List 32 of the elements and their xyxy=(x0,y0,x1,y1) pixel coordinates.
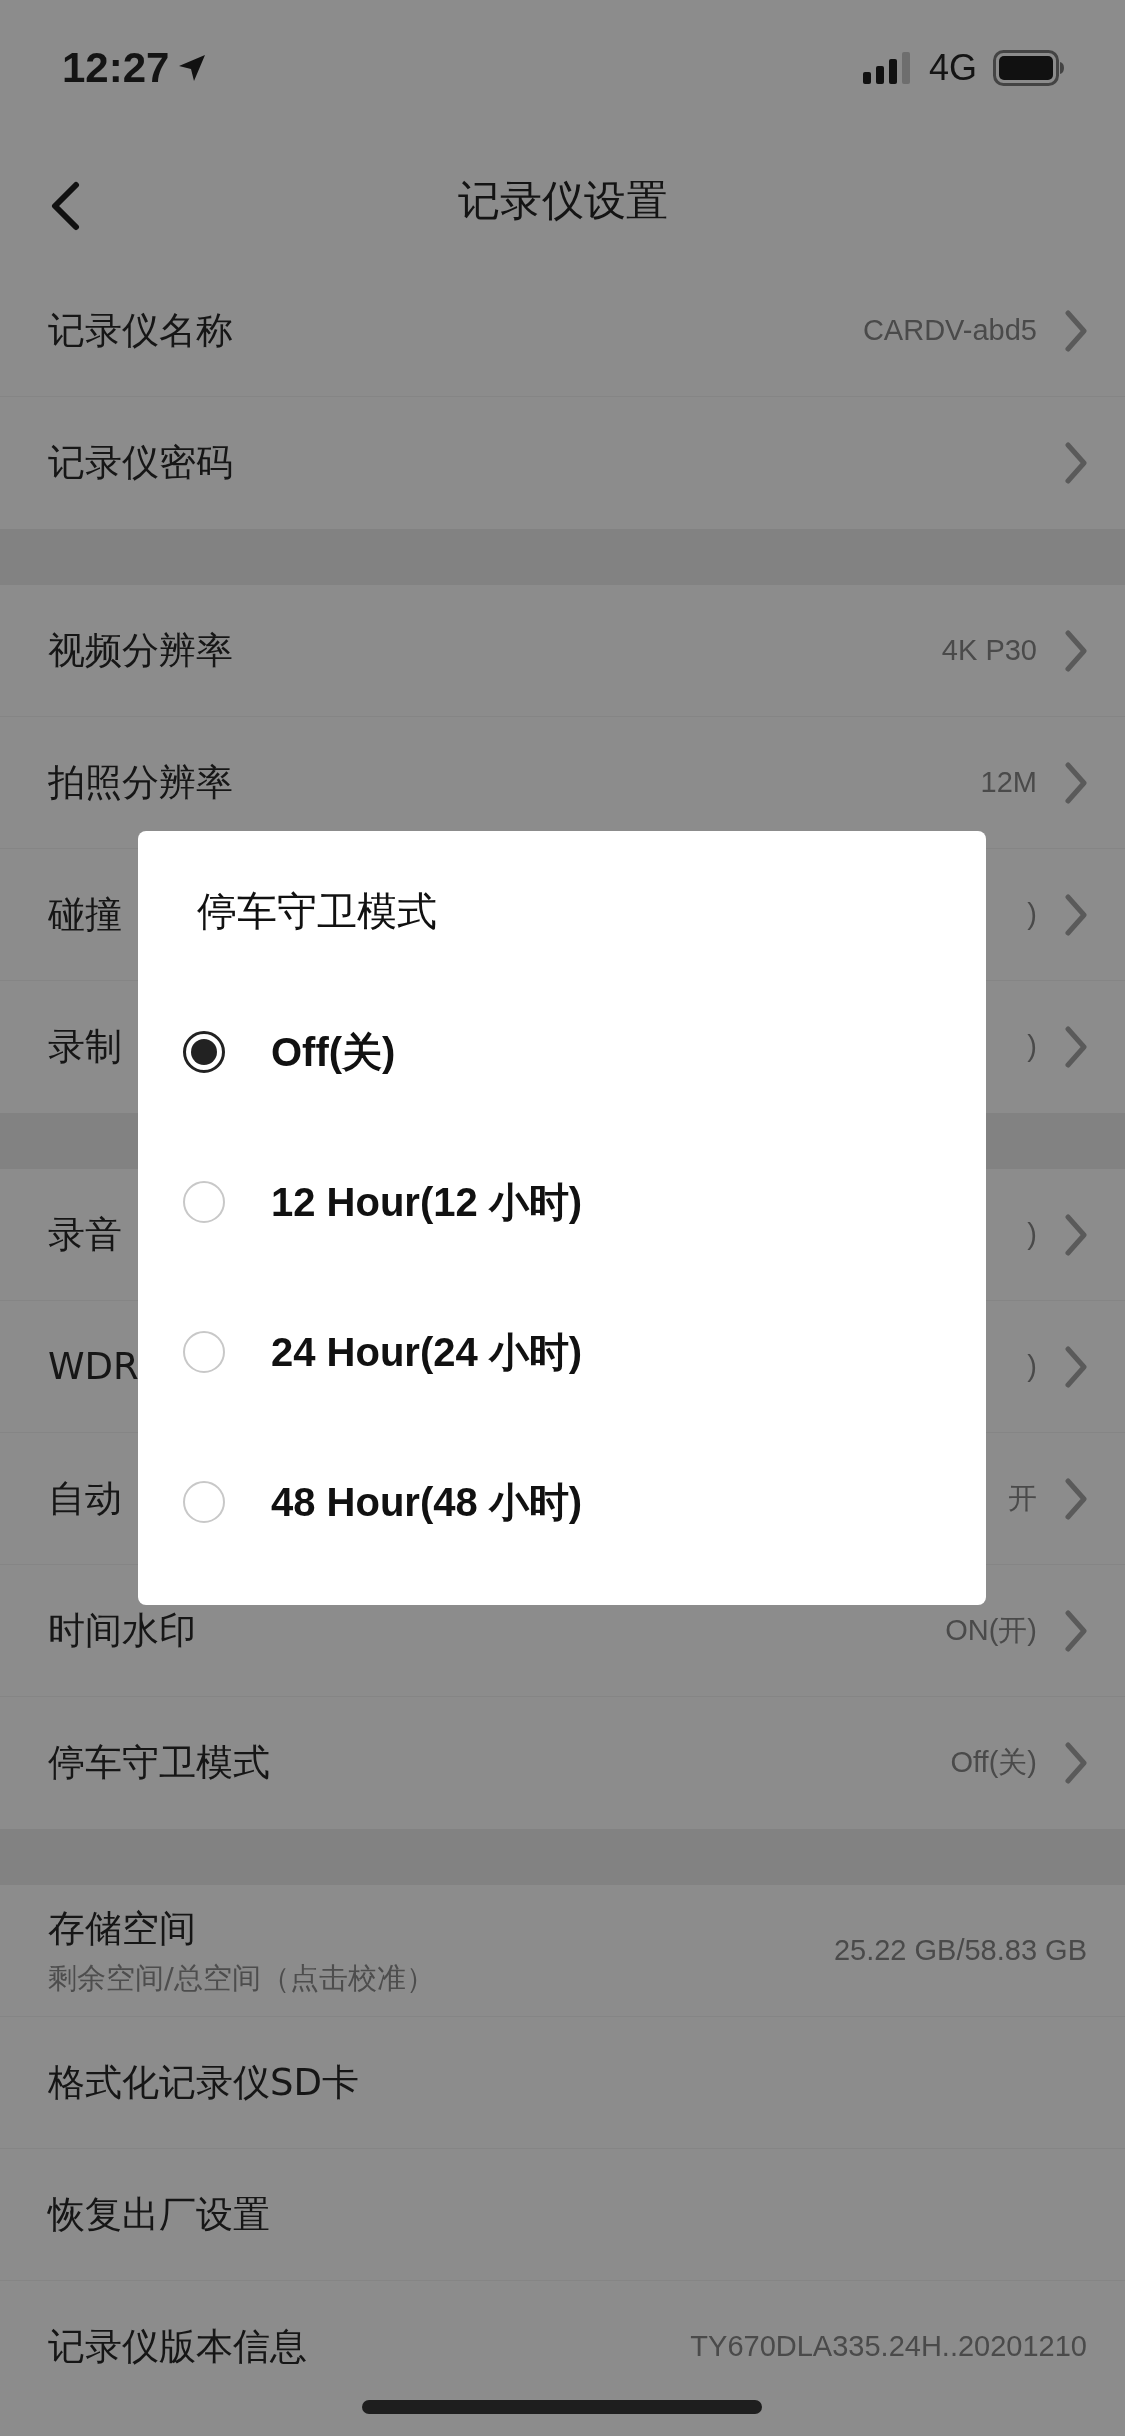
row-value: 4K P30 xyxy=(941,632,1037,668)
row-value: ) xyxy=(1027,1348,1037,1384)
row-value: CARDV-abd5 xyxy=(862,312,1037,348)
row-label: 时间水印 xyxy=(48,1607,196,1654)
row-label: 录音 xyxy=(48,1211,122,1258)
row-sublabel: 剩余空间/总空间（点击校准） xyxy=(48,1959,435,1997)
row-value: ON(开) xyxy=(945,1612,1037,1648)
row-label: 自动 xyxy=(48,1475,122,1522)
row-label: 视频分辨率 xyxy=(48,627,233,674)
row-label: 碰撞 xyxy=(48,891,122,938)
row-value: ) xyxy=(1027,1029,1037,1065)
row-label: 拍照分辨率 xyxy=(48,759,233,806)
row-value: ) xyxy=(1027,1216,1037,1252)
page-title: 记录仪设置 xyxy=(457,174,668,227)
network-label: 4G xyxy=(928,45,977,90)
row-label: 记录仪版本信息 xyxy=(48,2324,307,2371)
row-label: 记录仪名称 xyxy=(48,307,233,354)
row-label: 记录仪密码 xyxy=(48,440,233,487)
time: 12:27 xyxy=(62,43,170,93)
row-value: 开 xyxy=(1008,1480,1037,1516)
row-label: 格式化记录仪SD卡 xyxy=(48,2059,359,2106)
row-label: WDR xyxy=(48,1343,139,1390)
row-value: ) xyxy=(1027,896,1037,932)
row-label: 恢复出厂设置 xyxy=(48,2191,270,2238)
row-label: 停车守卫模式 xyxy=(48,1740,270,1787)
row-label: 录制 xyxy=(48,1024,122,1071)
row-value: 12M xyxy=(980,764,1037,800)
row-value: Off(关) xyxy=(950,1745,1037,1781)
row-value: 25.22 GB/58.83 GB xyxy=(833,1932,1087,1968)
row-label: 存储空间 xyxy=(48,1906,197,1952)
row-value: TY670DLA335.24H..20201210 xyxy=(690,2329,1087,2365)
dialog-title: 停车守卫模式 xyxy=(197,887,438,936)
